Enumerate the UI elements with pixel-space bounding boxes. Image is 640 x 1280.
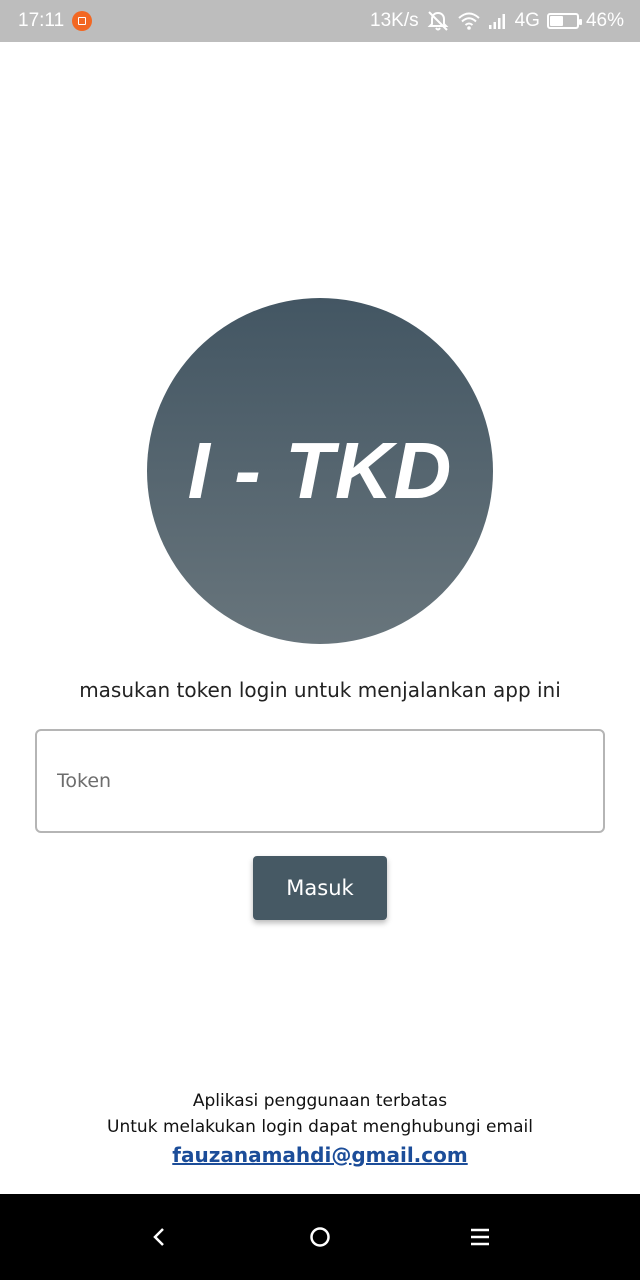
network-type: 4G [514, 10, 540, 31]
battery-percent: 46% [585, 10, 624, 31]
footer-line-2: Untuk melakukan login dapat menghubungi … [107, 1117, 533, 1137]
status-right: 13K/s 4G 46% [370, 10, 624, 32]
status-time: 17:11 [18, 10, 65, 31]
app-logo: I - TKD [147, 298, 493, 644]
system-nav-bar [0, 1194, 640, 1280]
status-bar: 17:11 13K/s 4G 46% [0, 0, 640, 42]
menu-button[interactable] [450, 1207, 510, 1267]
footer-line-1: Aplikasi penggunaan terbatas [192, 1091, 448, 1111]
network-speed: 13K/s [370, 10, 419, 31]
home-icon [310, 1227, 330, 1247]
menu-icon [471, 1228, 489, 1246]
alarm-off-icon [426, 10, 450, 32]
signal-icon [488, 12, 508, 30]
token-input[interactable] [35, 729, 605, 833]
contact-email-link[interactable]: fauzanamahdi@gmail.com [172, 1143, 467, 1167]
home-button[interactable] [290, 1207, 350, 1267]
wifi-icon [457, 11, 481, 31]
back-icon [153, 1228, 164, 1246]
footer: Aplikasi penggunaan terbatas Untuk melak… [0, 1088, 640, 1167]
status-left: 17:11 [18, 10, 93, 32]
back-button[interactable] [130, 1207, 190, 1267]
login-button[interactable]: Masuk [253, 856, 387, 920]
battery-icon [546, 13, 582, 29]
battery-fill [549, 16, 563, 26]
notification-app-icon [72, 11, 93, 31]
logo-text: I - TKD [187, 426, 453, 515]
login-instruction: masukan token login untuk menjalankan ap… [79, 678, 561, 702]
